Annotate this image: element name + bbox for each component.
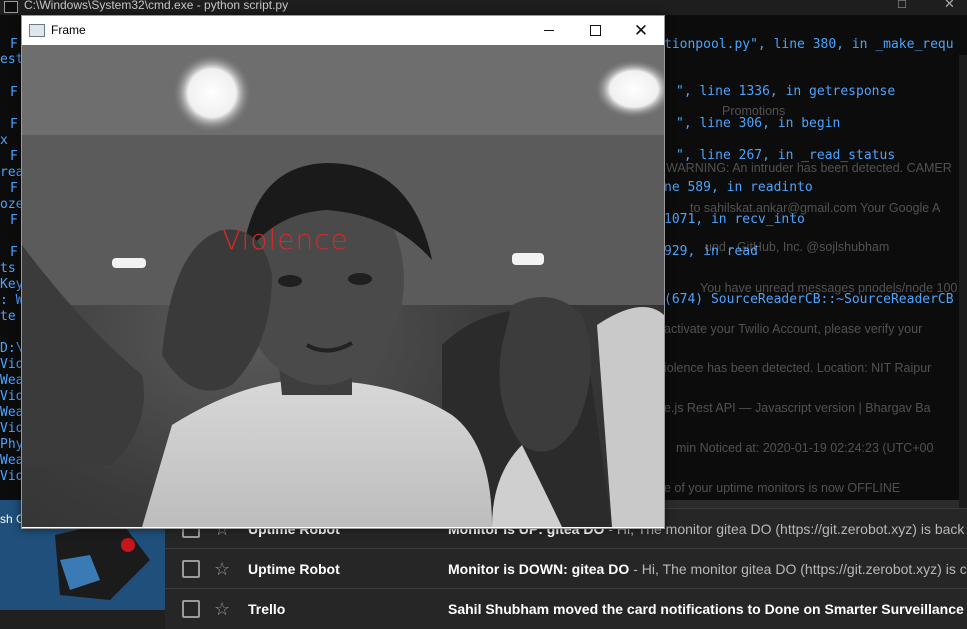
mail-subject: Sahil Shubham moved the card notificatio… xyxy=(448,601,967,617)
console-line: Vio xyxy=(0,389,24,404)
console-line: Wea xyxy=(0,373,24,388)
camera-frame-image xyxy=(22,45,664,527)
row-checkbox[interactable] xyxy=(182,600,200,618)
row-checkbox[interactable] xyxy=(182,560,200,578)
console-line: te xyxy=(0,309,16,324)
cmd-scrollbar[interactable] xyxy=(959,55,967,515)
cmd-titlebar[interactable]: C:\Windows\System32\cmd.exe - python scr… xyxy=(0,0,967,15)
ghost-text: e.js Rest API — Javascript version | Bha… xyxy=(664,401,931,415)
console-line: : W xyxy=(0,293,24,308)
console-line: Wea xyxy=(0,453,24,468)
ghost-text: You have unread messages pnodels/node 10… xyxy=(700,281,967,295)
console-line: F xyxy=(10,117,18,132)
minimize-button[interactable] xyxy=(526,16,572,45)
ghost-text: Promotions xyxy=(722,104,786,118)
console-line: Key xyxy=(0,277,24,292)
console-line: tionpool.py", line 380, in _make_requ xyxy=(664,37,954,52)
camera-feed: Violence xyxy=(22,45,664,527)
star-icon[interactable]: ☆ xyxy=(214,599,234,620)
console-line: rea xyxy=(0,165,24,180)
console-line: F xyxy=(10,37,18,52)
ghost-text: WARNING: An intruder has been detected. … xyxy=(666,161,952,175)
cmd-maximize-button[interactable]: □ xyxy=(898,0,906,10)
mail-row[interactable]: ☆ Uptime Robot Monitor is DOWN: gitea DO… xyxy=(165,548,967,589)
minimize-icon xyxy=(544,30,554,31)
ghost-text: und - GitHub, Inc. @sojlshubham xyxy=(705,240,890,254)
mail-sender: Uptime Robot xyxy=(248,561,340,577)
star-icon[interactable]: ☆ xyxy=(214,559,234,580)
mail-subject: Monitor is DOWN: gitea DO xyxy=(448,561,630,577)
cmd-window-title: C:\Windows\System32\cmd.exe - python scr… xyxy=(24,0,289,12)
ghost-text: e of your uptime monitors is now OFFLINE xyxy=(664,481,901,495)
ghost-text: to sahilskat.ankar@gmail.com Your Google… xyxy=(690,201,941,215)
ghost-text: activate your Twilio Account, please ver… xyxy=(664,322,923,336)
frame-window-title: Frame xyxy=(51,23,86,37)
console-line: Vio xyxy=(0,357,24,372)
console-line: F xyxy=(10,181,18,196)
frame-window[interactable]: Frame ✕ Violence xyxy=(21,15,665,529)
cmd-close-button[interactable]: ✕ xyxy=(944,0,955,10)
console-line: oze xyxy=(0,197,24,212)
maximize-icon xyxy=(589,25,601,36)
console-line: Wea xyxy=(0,405,24,420)
console-line: D:\ xyxy=(0,341,24,356)
frame-app-icon xyxy=(29,24,45,37)
detection-label: Violence xyxy=(222,223,349,256)
cmd-app-icon xyxy=(4,1,18,13)
close-button[interactable]: ✕ xyxy=(618,16,664,45)
ghost-text: min Noticed at: 2020-01-19 02:24:23 (UTC… xyxy=(676,441,934,455)
console-line: Vio xyxy=(0,421,24,436)
frame-titlebar[interactable]: Frame ✕ xyxy=(22,16,664,45)
mail-snippet: - Hi, The monitor gitea DO (https://git.… xyxy=(633,561,967,577)
console-line: F xyxy=(10,149,18,164)
ghost-text: iolence has been detected. Location: NIT… xyxy=(664,361,932,375)
console-line: ne 589, in readinto xyxy=(664,180,813,195)
maximize-button[interactable] xyxy=(572,16,618,45)
mail-row[interactable]: ☆ Trello Sahil Shubham moved the card no… xyxy=(165,588,967,629)
console-line: F xyxy=(10,245,18,260)
console-line: x xyxy=(0,133,8,148)
console-line: est xyxy=(0,52,24,67)
console-line: F xyxy=(10,213,18,228)
console-line: ", line 306, in begin xyxy=(676,116,841,131)
close-icon: ✕ xyxy=(633,21,649,40)
console-line: ", line 1336, in getresponse xyxy=(676,84,896,99)
mail-sender: Trello xyxy=(248,601,286,617)
console-line: F xyxy=(10,85,18,100)
console-line: Vio xyxy=(0,469,24,484)
console-line: ts xyxy=(0,261,16,276)
console-line: Phy xyxy=(0,437,24,452)
